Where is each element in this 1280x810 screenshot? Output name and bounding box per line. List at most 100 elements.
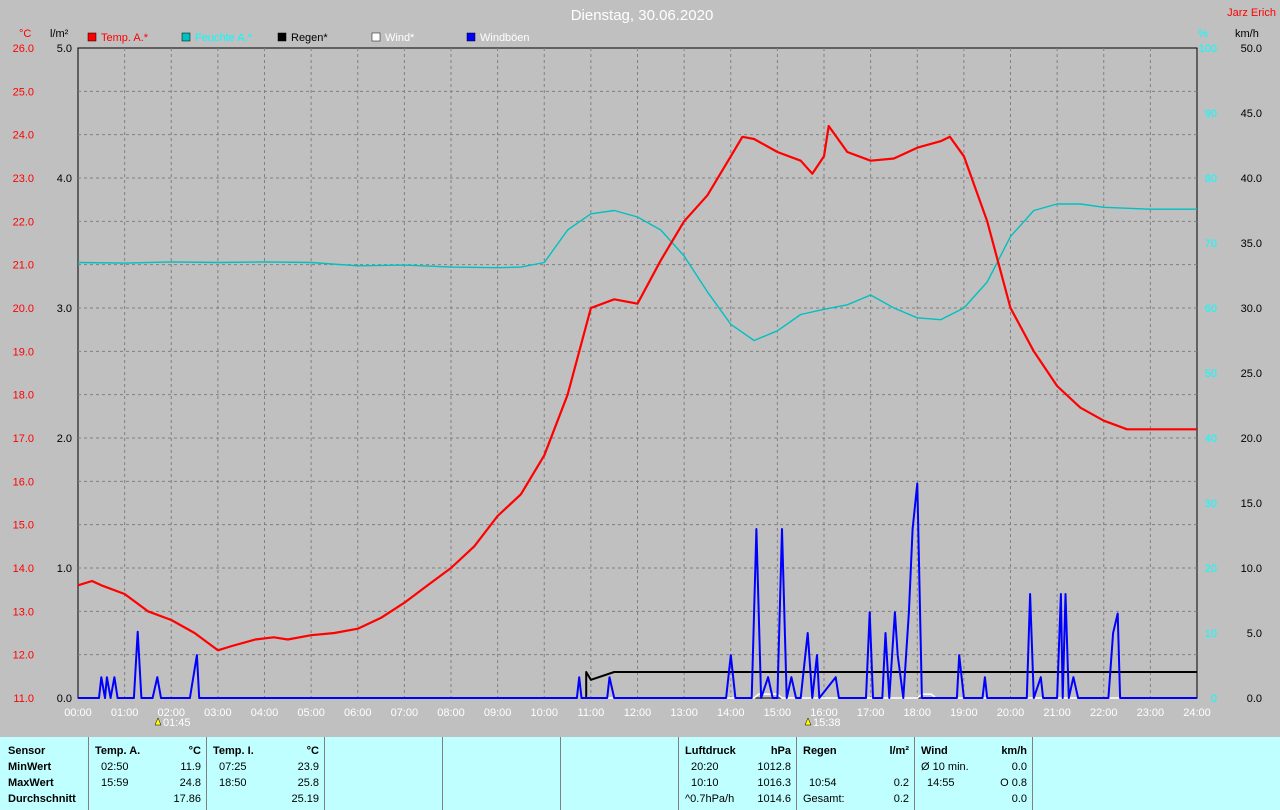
rain-tick-label: 3.0: [57, 303, 72, 315]
temp-a-max: 24.8: [179, 777, 201, 789]
pressure-unit: hPa: [770, 745, 791, 757]
wind-max: O 0.8: [1000, 777, 1027, 789]
rain-axis: 0.0 1.0 2.0 3.0 4.0 5.0: [57, 43, 72, 705]
pressure-min: 1012.8: [757, 761, 791, 773]
temp-a-unit: °C: [188, 745, 201, 757]
stats-panel: Sensor MinWert MaxWert Durchschnitt Temp…: [0, 737, 1280, 810]
pressure-unit-label: %: [1198, 28, 1208, 40]
time-tick-label: 15:00: [764, 707, 792, 719]
legend-label: Regen*: [291, 32, 328, 44]
time-tick-label: 08:00: [437, 707, 465, 719]
time-tick-label: 03:00: [204, 707, 232, 719]
pressure-tick-label: 30: [1205, 498, 1217, 510]
pressure-max: 1016.3: [757, 777, 791, 789]
time-tick-label: 05:00: [297, 707, 325, 719]
wind-tick-label: 30.0: [1241, 303, 1262, 315]
sunset-icon: [804, 717, 812, 726]
temp-tick-label: 21.0: [13, 260, 34, 272]
temp-tick-label: 13.0: [13, 606, 34, 618]
temp-tick-label: 20.0: [13, 303, 34, 315]
wind-other: 0.0: [1011, 793, 1027, 805]
temp-tick-label: 25.0: [13, 86, 34, 98]
stats-empty-4: [1032, 737, 1280, 810]
legend-swatch: [371, 32, 381, 42]
temp-a-header: Temp. A.: [95, 745, 141, 757]
temp-i-avg: 25.19: [291, 793, 319, 805]
wind-tick-label: 10.0: [1241, 563, 1262, 575]
temp-a-max-time: 15:59: [101, 777, 129, 789]
temp-a-min: 11.9: [180, 761, 201, 773]
pressure-tick-label: 20: [1205, 563, 1217, 575]
temp-tick-label: 19.0: [13, 346, 34, 358]
sunrise-time: 01:45: [163, 717, 191, 729]
temp-i-max-time: 18:50: [219, 777, 247, 789]
pressure-axis: 0 10 20 30 40 50 60 70 80 90 100: [1199, 43, 1217, 705]
pressure-tick-label: 40: [1205, 433, 1217, 445]
time-axis: 00:00 01:00 02:00 03:00 04:00 05:00 06:00 07:00…: [64, 707, 1211, 719]
temp-unit-label: °C: [19, 28, 31, 40]
pressure-header: Luftdruck: [685, 745, 736, 757]
time-tick-label: 00:00: [64, 707, 92, 719]
stats-temp-a: Temp. A. °C 02:50 11.9 15:59 24.8 17.86: [88, 737, 207, 810]
wind-tick-label: 35.0: [1241, 238, 1262, 250]
legend-swatch: [87, 32, 97, 42]
pressure-tick-label: 60: [1205, 303, 1217, 315]
wind-tick-label: 0.0: [1247, 693, 1262, 705]
rain-tick-label: 5.0: [57, 43, 72, 55]
wind-max-time: 14:55: [927, 777, 955, 789]
stats-empty-3: [560, 737, 679, 810]
time-tick-label: 09:00: [484, 707, 512, 719]
wind-axis: 0.0 5.0 10.0 15.0 20.0 25.0 30.0 35.0 40.0 45.0 50…: [1241, 43, 1262, 705]
time-tick-label: 24:00: [1183, 707, 1211, 719]
pressure-tick-label: 90: [1205, 108, 1217, 120]
temp-tick-label: 26.0: [13, 43, 34, 55]
sunrise-icon: [154, 717, 162, 726]
time-tick-label: 17:00: [857, 707, 885, 719]
temp-a-avg: 17.86: [173, 793, 201, 805]
temp-tick-label: 15.0: [13, 520, 34, 532]
temp-i-min: 23.9: [297, 761, 319, 773]
temp-i-unit: °C: [306, 745, 319, 757]
pressure-max-time: 10:10: [691, 777, 719, 789]
temp-i-max: 25.8: [297, 777, 319, 789]
temp-axis: 11.0 12.0 13.0 14.0 15.0 16.0 17.0 18.0 19.0 20.0…: [13, 43, 34, 705]
weather-chart: 11.0 12.0 13.0 14.0 15.0 16.0 17.0 18.0 19.0 20.0…: [13, 7, 1276, 729]
time-tick-label: 20:00: [997, 707, 1025, 719]
pressure-tick-label: 100: [1199, 43, 1217, 55]
rain-unit: l/m²: [889, 745, 909, 757]
time-tick-label: 04:00: [251, 707, 279, 719]
rain-tick-label: 4.0: [57, 173, 72, 185]
time-tick-label: 18:00: [903, 707, 931, 719]
chart-title: Dienstag, 30.06.2020: [571, 7, 714, 24]
rain-total: 0.2: [893, 793, 909, 805]
temp-i-header: Temp. I.: [213, 745, 254, 757]
time-tick-label: 01:00: [111, 707, 139, 719]
stats-pressure: Luftdruck hPa 20:20 1012.8 10:10 1016.3 …: [678, 737, 797, 810]
time-tick-label: 22:00: [1090, 707, 1118, 719]
temp-a-min-time: 02:50: [101, 761, 129, 773]
pressure-tick-label: 0: [1211, 693, 1217, 705]
author-label: Jarz Erich: [1227, 7, 1276, 19]
temp-tick-label: 12.0: [13, 650, 34, 662]
rain-tick-label: 0.0: [57, 693, 72, 705]
rain-total-label: Gesamt:: [803, 793, 845, 805]
sunset-time: 15:38: [813, 717, 841, 729]
legend: Temp. A.* Feuchte A.* Regen* Wind* Windböen: [87, 32, 530, 44]
time-tick-label: 07:00: [391, 707, 419, 719]
wind-tick-label: 5.0: [1247, 628, 1262, 640]
legend-label: Windböen: [480, 32, 530, 44]
time-tick-label: 14:00: [717, 707, 745, 719]
rain-header: Regen: [803, 745, 837, 757]
wind-unit-label: km/h: [1235, 28, 1259, 40]
stats-rain: Regen l/m² 10:54 0.2 Gesamt: 0.2: [796, 737, 915, 810]
temp-tick-label: 14.0: [13, 563, 34, 575]
wind-tick-label: 40.0: [1241, 173, 1262, 185]
time-tick-label: 19:00: [950, 707, 978, 719]
temp-tick-label: 23.0: [13, 173, 34, 185]
time-tick-label: 10:00: [530, 707, 558, 719]
time-tick-label: 12:00: [624, 707, 652, 719]
temp-tick-label: 22.0: [13, 216, 34, 228]
pressure-avg: 1014.6: [757, 793, 791, 805]
wind-tick-label: 25.0: [1241, 368, 1262, 380]
row-label-avg: Durchschnitt: [8, 793, 76, 805]
